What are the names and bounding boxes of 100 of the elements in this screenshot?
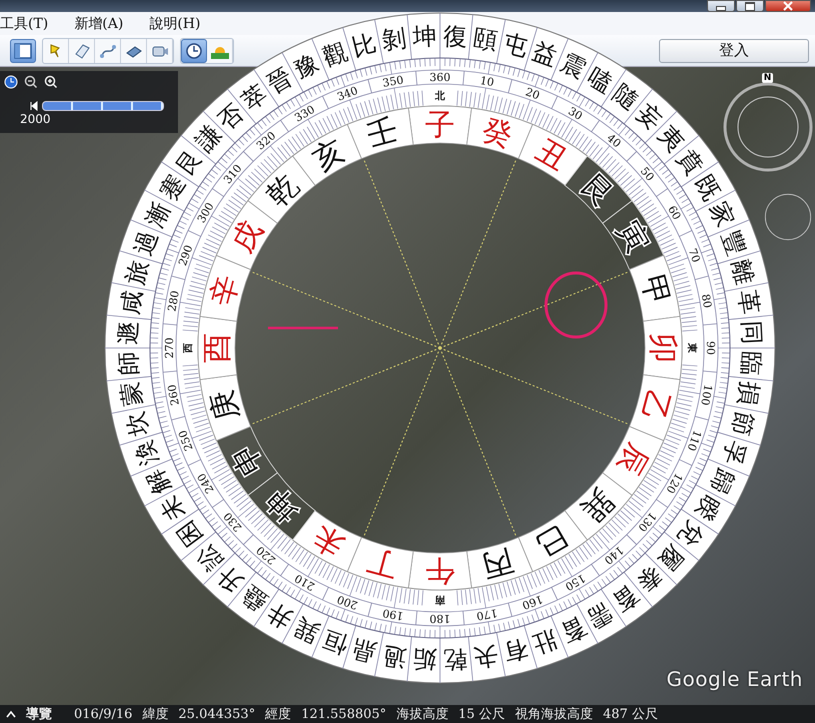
mountain-label: 丙 [478, 542, 517, 584]
hexagram-label: 姤 [412, 645, 438, 674]
mountain-label: 亥 [307, 132, 350, 178]
cardinal-label: 南 [435, 594, 445, 605]
mountain-label: 甲 [634, 271, 676, 310]
degree-label: 330 [292, 102, 318, 125]
eye-altitude-label: 視角海拔高度 [514, 706, 593, 723]
degree-label: 110 [684, 428, 704, 453]
hexagram-label: 漸 [140, 198, 176, 232]
hexagram-label: 臨 [737, 350, 766, 376]
degree-label: 260 [165, 384, 182, 406]
skip-back-icon[interactable] [30, 101, 38, 111]
degree-label: 180 [430, 612, 450, 625]
tour-guide-link[interactable]: 導覽 [26, 705, 52, 723]
elevation-value: 15 公尺 [458, 706, 505, 723]
longitude-label: 經度 [265, 706, 292, 723]
mountain-label: 申 [224, 438, 270, 481]
marker-line [268, 326, 338, 330]
hexagram-label: 節 [726, 408, 760, 439]
degree-label: 250 [176, 428, 196, 453]
hexagram-label: 坤 [412, 22, 438, 51]
longitude-value: 121.558805° [301, 706, 386, 722]
imagery-date: 016/9/16 [74, 706, 132, 722]
hexagram-label: 乾 [442, 645, 468, 674]
logo-text: Google Earth [666, 667, 803, 691]
mountain-label: 坤 [260, 482, 306, 528]
degree-label: 150 [562, 571, 588, 594]
hexagram-label: 蒙 [116, 380, 147, 408]
move-control-icon[interactable] [764, 193, 812, 241]
hexagram-label: 觀 [318, 37, 351, 72]
menu-item[interactable]: 新增(A) [70, 14, 128, 32]
degree-label: 70 [686, 246, 703, 264]
mountain-label: 巽 [574, 482, 620, 528]
mountain-label: 庚 [204, 386, 246, 425]
degree-label: 170 [476, 606, 498, 623]
degree-label: 350 [382, 73, 404, 90]
hexagram-label: 夬 [472, 641, 500, 672]
degree-label: 220 [254, 543, 278, 567]
hexagram-label: 遯 [114, 320, 143, 346]
degree-label: 200 [335, 592, 360, 612]
degree-label: 270 [163, 338, 176, 358]
zoom-in-icon[interactable] [44, 75, 58, 89]
degree-label: 130 [635, 510, 659, 534]
close-button[interactable] [765, 0, 811, 12]
degree-label: 140 [602, 543, 626, 567]
mountain-label: 午 [425, 553, 455, 588]
time-slider-track[interactable] [42, 101, 164, 111]
mountain-label: 艮 [574, 168, 620, 214]
hexagram-label: 復 [442, 22, 468, 51]
mountain-label: 乙 [634, 386, 676, 425]
latitude-value: 25.044353° [178, 706, 256, 722]
mountain-label: 丁 [363, 542, 402, 584]
hexagram-label: 剝 [380, 24, 408, 55]
mountain-label: 丑 [530, 132, 573, 178]
degree-label: 210 [292, 571, 318, 594]
login-button[interactable]: 登入 [659, 38, 809, 62]
degree-label: 190 [382, 606, 404, 623]
maximize-button[interactable] [736, 0, 764, 12]
cardinal-label: 西 [183, 343, 194, 353]
degree-label: 60 [665, 203, 684, 222]
hexagram-label: 壯 [529, 624, 562, 659]
degree-label: 360 [430, 71, 450, 84]
mountain-label: 巳 [530, 518, 573, 564]
sidebar-toggle-button[interactable] [10, 38, 36, 62]
minimize-button[interactable] [707, 0, 735, 12]
hexagram-label: 屯 [500, 28, 531, 62]
menu-item[interactable]: 說明(H) [145, 14, 204, 32]
degree-label: 10 [478, 74, 495, 90]
mountain-label: 辛 [204, 271, 246, 310]
degree-label: 290 [176, 243, 196, 268]
elevation-label: 海拔高度 [396, 706, 448, 723]
degree-label: 100 [698, 384, 715, 406]
degree-label: 340 [335, 84, 360, 104]
clock-icon[interactable] [4, 75, 18, 89]
mountain-label: 乾 [260, 168, 306, 214]
hexagram-label: 豐 [716, 226, 751, 259]
cardinal-label: 東 [686, 343, 697, 353]
hexagram-label: 咸 [116, 288, 147, 316]
zoom-out-icon[interactable] [24, 75, 38, 89]
mountain-label: 寅 [610, 215, 656, 258]
degree-label: 160 [520, 592, 545, 612]
caret-up-icon[interactable] [6, 710, 16, 718]
hexagram-label: 鼎 [349, 634, 380, 668]
mountain-label: 未 [307, 518, 350, 564]
hexagram-label: 渙 [129, 437, 164, 470]
degree-label: 40 [604, 131, 624, 150]
menu-item[interactable]: 工具(T) [0, 14, 52, 32]
degree-label: 80 [698, 293, 714, 310]
hexagram-label: 頤 [472, 24, 500, 55]
hexagram-label: 同 [737, 320, 766, 346]
clock-icon [185, 42, 203, 60]
eye-altitude-value: 487 公尺 [602, 706, 658, 723]
mountain-label: 癸 [478, 112, 517, 154]
degree-label: 50 [638, 164, 657, 184]
hexagram-label: 坎 [120, 408, 154, 439]
degree-label: 20 [524, 85, 542, 102]
mountain-label: 卯 [645, 333, 680, 363]
look-control-icon[interactable] [722, 81, 814, 173]
clock-button[interactable] [181, 38, 207, 62]
marker-circle [544, 272, 608, 338]
